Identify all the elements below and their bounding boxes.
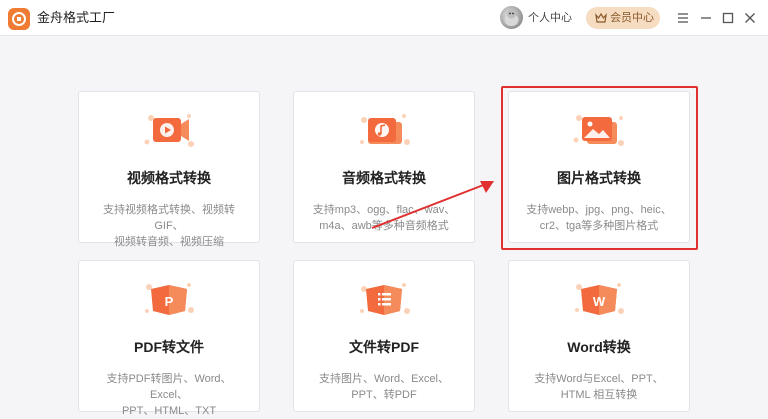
maximize-icon[interactable] — [719, 9, 737, 27]
crown-icon — [595, 12, 607, 23]
menu-icon[interactable] — [674, 9, 692, 27]
pdf-icon-letter: P — [165, 294, 174, 309]
card-description: 支持视频格式转换、视频转GIF、 视频转音频、视频压缩 — [89, 202, 249, 250]
card-desc-line: 支持图片、Word、Excel、 — [319, 373, 449, 385]
card-desc-line: 支持PDF转图片、Word、Excel、 — [106, 373, 232, 401]
card-desc-line: 支持视频格式转换、视频转GIF、 — [103, 204, 235, 232]
card-video-conversion[interactable]: 视频格式转换 支持视频格式转换、视频转GIF、 视频转音频、视频压缩 — [78, 91, 260, 248]
card-desc-line: 视频转音频、视频压缩 — [114, 236, 224, 248]
video-icon — [139, 108, 199, 152]
card-title: Word转换 — [567, 339, 631, 355]
pdf-icon: P — [139, 277, 199, 321]
app-title: 金舟格式工厂 — [37, 10, 116, 25]
member-center-button[interactable]: 会员中心 — [586, 7, 660, 29]
card-word-conversion[interactable]: W Word转换 支持Word与Excel、PPT、 HTML 相互转换 — [508, 260, 690, 412]
card-desc-line: HTML 相互转换 — [560, 389, 638, 401]
card-desc-line: PPT、转PDF — [351, 389, 417, 401]
card-desc-line: 支持Word与Excel、PPT、 — [534, 373, 664, 385]
word-icon-letter: W — [593, 294, 606, 309]
close-icon[interactable] — [741, 9, 759, 27]
card-title: 视频格式转换 — [127, 170, 211, 186]
card-title: PDF转文件 — [134, 339, 204, 355]
document-icon — [354, 277, 414, 321]
user-center-link[interactable]: 个人中心 — [528, 12, 572, 25]
minimize-icon[interactable] — [697, 9, 715, 27]
highlight-box — [501, 86, 698, 250]
card-desc-line: PPT、HTML、TXT — [121, 405, 217, 417]
music-icon — [354, 108, 414, 152]
title-bar: 金舟格式工厂 个人中心 会员中心 — [0, 0, 768, 36]
card-pdf-to-file[interactable]: P PDF转文件 支持PDF转图片、Word、Excel、 PPT、HTML、T… — [78, 260, 260, 417]
app-logo-icon — [8, 8, 30, 30]
word-icon: W — [569, 277, 629, 321]
card-description: 支持图片、Word、Excel、 PPT、转PDF — [304, 371, 464, 403]
annotation-arrow-icon — [371, 181, 494, 229]
card-title: 文件转PDF — [349, 339, 419, 355]
avatar[interactable] — [500, 6, 523, 29]
card-description: 支持Word与Excel、PPT、 HTML 相互转换 — [519, 371, 679, 403]
card-file-to-pdf[interactable]: 文件转PDF 支持图片、Word、Excel、 PPT、转PDF — [293, 260, 475, 412]
card-description: 支持PDF转图片、Word、Excel、 PPT、HTML、TXT — [89, 371, 249, 419]
member-center-label: 会员中心 — [610, 12, 654, 24]
